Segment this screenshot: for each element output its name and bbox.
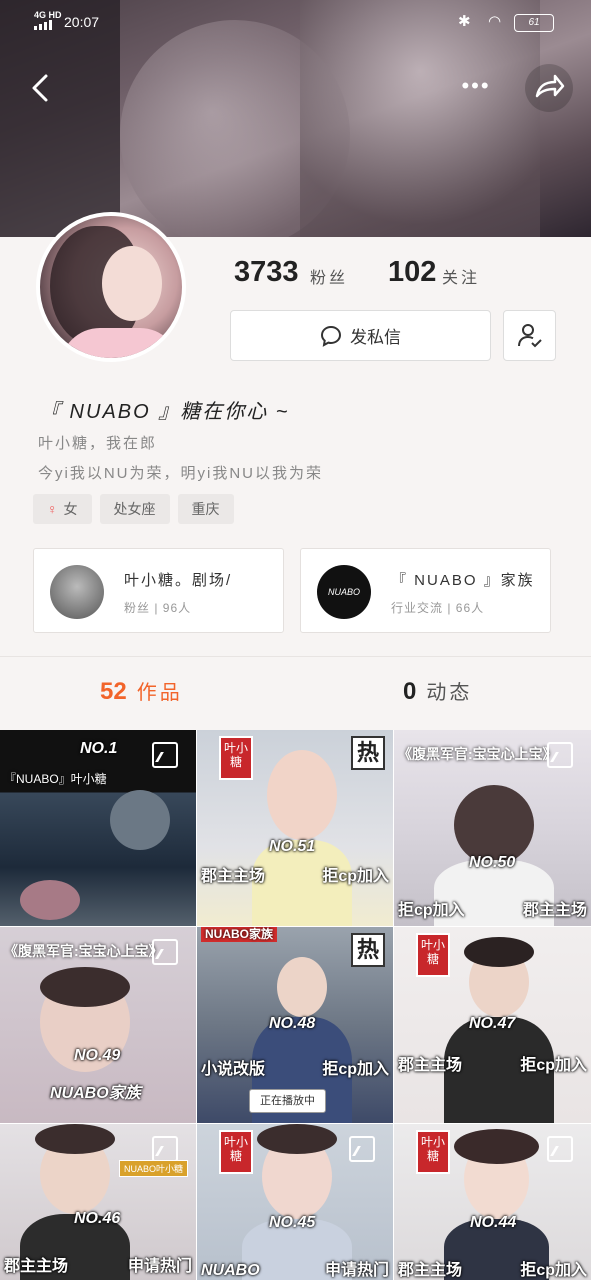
work-number: NO.45 <box>269 1214 316 1231</box>
group-card-theater[interactable]: 叶小糖。剧场/ 粉丝 | 96人 <box>33 548 284 633</box>
work-caption-left: 郡主主场 <box>4 1258 69 1275</box>
bluetooth-icon: ✱ <box>458 13 471 30</box>
work-tile[interactable]: 叶小糖 NO.44 郡主主场 拒cp加入 <box>394 1124 591 1280</box>
signal-icon <box>34 20 56 30</box>
brand-stamp: 叶小糖 <box>219 1130 253 1174</box>
photo-icon <box>547 742 573 768</box>
nickname: 『 NUABO 』糖在你心 ~ <box>40 401 290 423</box>
brand-stamp: 叶小糖 <box>416 933 450 977</box>
battery-indicator: 61 <box>514 14 554 32</box>
work-tile[interactable]: 《腹黑军官:宝宝心上宝》 NO.49 NUABO家族 <box>0 927 196 1123</box>
work-caption-right: 申请热门 <box>324 1262 389 1279</box>
work-caption-right: 拒cp加入 <box>322 1061 389 1078</box>
work-number: NO.47 <box>469 1015 516 1032</box>
network-indicator: 4G HD <box>34 10 62 20</box>
work-number: NO.46 <box>74 1210 121 1227</box>
female-icon: ♀ <box>47 501 58 517</box>
work-tile[interactable]: 叶小糖 热 NO.51 郡主主场 拒cp加入 <box>197 730 393 926</box>
work-top-tag: NUABO家族 <box>201 927 277 942</box>
more-dots-icon: ••• <box>461 73 491 98</box>
clock: 20:07 <box>64 14 100 30</box>
work-caption-bottom: NUABO家族 <box>50 1085 141 1102</box>
photo-icon <box>152 742 178 768</box>
work-tile[interactable]: NO.1 『NUABO』叶小糖 <box>0 730 196 926</box>
back-button[interactable] <box>20 68 60 108</box>
work-tile[interactable]: NUABO叶小糖 NO.46 郡主主场 申请热门 <box>0 1124 196 1280</box>
work-tile[interactable]: 《腹黑军官:宝宝心上宝》 NO.50 拒cp加入 郡主主场 <box>394 730 591 926</box>
photo-icon <box>152 939 178 965</box>
hot-badge: 热 <box>351 933 385 967</box>
group-subtitle: 粉丝 | 96人 <box>124 601 192 615</box>
group-card-family[interactable]: NUABO 『 NUABO 』家族 行业交流 | 66人 <box>300 548 551 633</box>
chat-bubble-icon <box>320 325 342 347</box>
back-arrow-icon <box>32 74 48 102</box>
works-label: 作品 <box>136 682 183 704</box>
group-thumbnail <box>50 565 104 619</box>
work-caption-left: NUABO <box>201 1262 260 1279</box>
group-thumbnail: NUABO <box>317 565 371 619</box>
dynamic-count: 0 <box>403 678 417 705</box>
send-message-label: 发私信 <box>350 328 401 347</box>
followers-count[interactable]: 3733 <box>234 256 299 289</box>
group-title: 『 NUABO 』家族 <box>391 572 535 589</box>
work-caption-left: 拒cp加入 <box>398 902 465 919</box>
avatar[interactable] <box>36 212 186 362</box>
work-caption-left: 郡主主场 <box>398 1262 463 1279</box>
work-caption-left: 小说改版 <box>201 1061 266 1078</box>
work-title: 『NUABO』叶小糖 <box>4 772 107 786</box>
dynamic-label: 动态 <box>426 682 473 704</box>
photo-icon <box>152 1136 178 1162</box>
work-tile[interactable]: 叶小糖 NO.47 郡主主场 拒cp加入 <box>394 927 591 1123</box>
work-number: NO.48 <box>269 1015 316 1032</box>
tab-dynamic[interactable]: 0 动态 <box>403 676 472 706</box>
hot-badge: 热 <box>351 736 385 770</box>
work-number: NO.1 <box>80 740 118 757</box>
work-number: NO.49 <box>74 1047 121 1064</box>
work-caption-right: 郡主主场 <box>522 902 587 919</box>
bio-line-2: 今yi我以NU为荣，明yi我NU以我为荣 <box>38 465 323 482</box>
work-number: NO.44 <box>470 1214 517 1231</box>
work-caption-right: 拒cp加入 <box>520 1262 587 1279</box>
gender-tag: ♀ 女 <box>33 494 92 524</box>
photo-icon <box>547 1136 573 1162</box>
work-number: NO.50 <box>469 854 516 871</box>
group-title: 叶小糖。剧场/ <box>124 572 233 589</box>
send-message-button[interactable]: 发私信 <box>230 310 491 361</box>
work-title: 《腹黑军官:宝宝心上宝》 <box>4 943 163 959</box>
share-arrow-icon <box>535 74 565 98</box>
follow-button[interactable] <box>503 310 556 361</box>
following-count[interactable]: 102 <box>388 256 436 289</box>
brand-stamp: 叶小糖 <box>416 1130 450 1174</box>
work-tile[interactable]: 叶小糖 NO.45 NUABO 申请热门 <box>197 1124 393 1280</box>
works-count: 52 <box>100 678 127 705</box>
status-bar: 4G HD 20:07 ✱ ◠ 61 <box>0 0 591 40</box>
group-subtitle: 行业交流 | 66人 <box>391 601 485 615</box>
more-button[interactable]: ••• <box>456 68 496 108</box>
profile-tags: ♀ 女 处女座 重庆 <box>33 494 234 524</box>
location-tag: 重庆 <box>177 494 234 524</box>
tab-works[interactable]: 52 作品 <box>100 676 183 706</box>
work-title: 《腹黑军官:宝宝心上宝》 <box>398 746 557 762</box>
user-follow-icon <box>517 323 542 347</box>
photo-icon <box>349 1136 375 1162</box>
followers-label[interactable]: 粉丝 <box>310 264 348 288</box>
work-caption-left: 郡主主场 <box>398 1057 463 1074</box>
following-label[interactable]: 关注 <box>442 264 480 288</box>
brand-label: NUABO叶小糖 <box>118 1160 188 1177</box>
work-caption-right: 拒cp加入 <box>520 1057 587 1074</box>
work-tile[interactable]: NUABO家族 热 NO.48 小说改版 拒cp加入 正在播放中 <box>197 927 393 1123</box>
share-button[interactable] <box>525 64 573 112</box>
work-caption-right: 拒cp加入 <box>322 868 389 885</box>
wifi-icon: ◠ <box>488 13 502 30</box>
works-grid: NO.1 『NUABO』叶小糖 叶小糖 热 NO.51 郡主主场 拒cp加入 《… <box>0 730 591 1280</box>
now-playing-badge: 正在播放中 <box>249 1089 326 1113</box>
work-number: NO.51 <box>269 838 316 855</box>
brand-stamp: 叶小糖 <box>219 736 253 780</box>
work-caption-left: 郡主主场 <box>201 868 266 885</box>
zodiac-tag: 处女座 <box>99 494 170 524</box>
divider <box>0 656 591 657</box>
bio-line-1: 叶小糖，我在郎 <box>38 435 158 452</box>
work-caption-right: 申请热门 <box>127 1258 192 1275</box>
